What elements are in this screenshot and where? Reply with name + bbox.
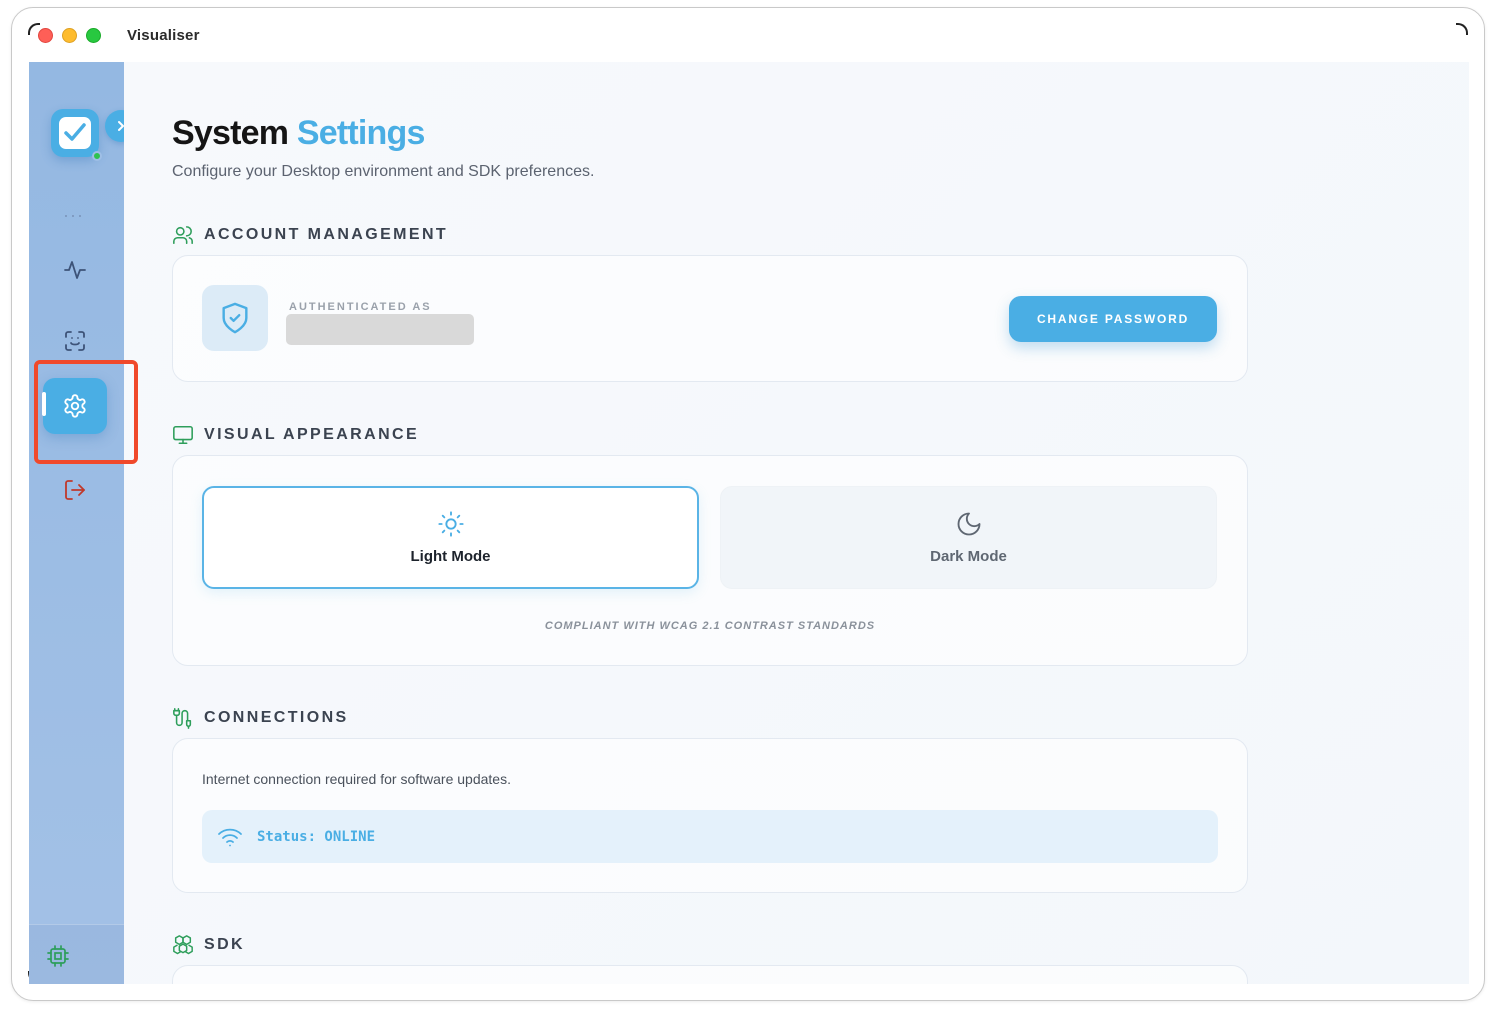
logout-icon [65,480,85,500]
change-password-button[interactable]: CHANGE PASSWORD [1009,296,1217,342]
section-appearance-heading: VISUAL APPEARANCE [172,424,419,446]
page-title-main: System [172,114,289,152]
wcag-note: COMPLIANT WITH WCAG 2.1 CONTRAST STANDAR… [544,620,876,632]
section-sdk-heading: SDK [172,934,245,956]
minimize-window-button[interactable] [62,27,77,43]
sidebar-item-logout[interactable] [53,468,97,512]
connection-status-bar: Status: ONLINE [202,810,1218,863]
app-window: Visualiser ··· System Settings Configure… [11,7,1485,1001]
activity-icon [64,261,86,279]
users-icon [173,226,193,245]
sdk-card [172,965,1248,984]
section-appearance-label: VISUAL APPEARANCE [204,426,420,443]
moon-icon [957,512,980,536]
dark-mode-label: Dark Mode [930,548,1007,565]
sidebar-item-settings[interactable] [43,378,107,434]
scan-face-icon [65,331,85,351]
authenticated-as-label: AUTHENTICATED AS [289,301,432,313]
section-account-label: ACCOUNT MANAGEMENT [204,226,449,243]
boxes-icon [173,935,193,955]
checkmark-logo-icon [59,117,91,149]
sidebar-item-scan-face[interactable] [53,319,97,363]
account-card: AUTHENTICATED AS CHANGE PASSWORD [172,255,1248,382]
zoom-window-button[interactable] [86,27,101,43]
sidebar: ··· [29,62,137,984]
sidebar-footer [29,924,124,984]
active-nav-indicator [42,392,46,416]
connection-status-text: Status: ONLINE [257,828,376,845]
wifi-icon [218,828,242,846]
page-title: System Settings [172,114,425,153]
main-content: System Settings Configure your Desktop e… [124,62,1469,984]
page-subtitle: Configure your Desktop environment and S… [172,163,595,180]
window-controls [38,27,101,43]
monitor-icon [173,425,193,445]
light-mode-option[interactable]: Light Mode [202,486,699,589]
app-body: ··· System Settings Configure your Deskt… [29,62,1469,984]
connections-card: Internet connection required for softwar… [172,738,1248,893]
title-bar: Visualiser [12,8,1484,62]
cable-icon [173,708,192,729]
page-title-accent: Settings [296,114,426,152]
section-connections-label: CONNECTIONS [204,709,349,726]
section-connections-heading: CONNECTIONS [172,707,349,729]
gear-icon [64,394,86,418]
dark-mode-option[interactable]: Dark Mode [720,486,1217,589]
appearance-card: Light Mode Dark Mode COMPLIANT WITH WCAG… [172,455,1248,666]
chip-icon[interactable] [46,944,70,968]
more-dots-icon[interactable]: ··· [63,206,84,224]
authenticated-user-redacted [286,314,474,345]
sidebar-item-activity[interactable] [53,248,97,292]
sun-icon [437,511,464,537]
connection-description: Internet connection required for softwar… [202,771,511,787]
close-window-button[interactable] [38,27,53,43]
online-status-dot [92,151,102,161]
app-logo[interactable] [51,109,99,157]
section-account-heading: ACCOUNT MANAGEMENT [172,224,448,246]
light-mode-label: Light Mode [410,548,491,565]
section-sdk-label: SDK [204,936,245,953]
shield-check-icon [202,285,268,351]
window-title: Visualiser [127,26,200,44]
